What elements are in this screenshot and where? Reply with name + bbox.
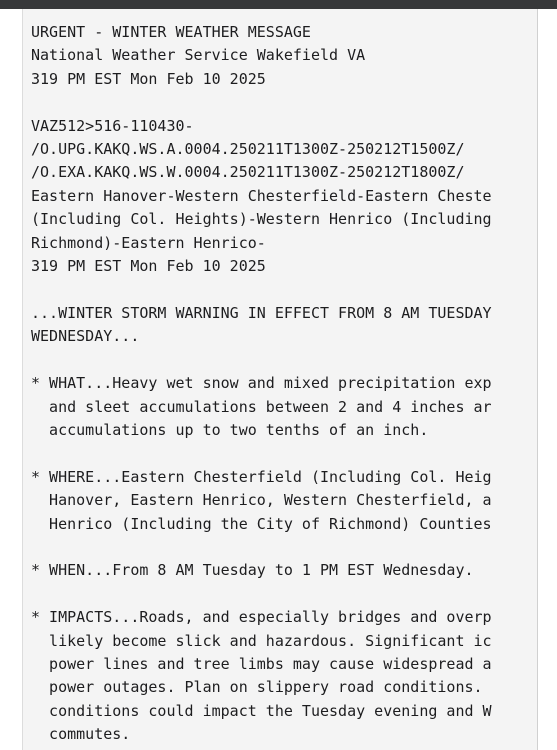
app-window: URGENT - WINTER WEATHER MESSAGE National… <box>0 0 557 750</box>
weather-bulletin-text: URGENT - WINTER WEATHER MESSAGE National… <box>31 23 492 744</box>
weather-bulletin-panel[interactable]: URGENT - WINTER WEATHER MESSAGE National… <box>22 9 538 750</box>
top-chrome-bar <box>0 0 557 9</box>
page-surface: URGENT - WINTER WEATHER MESSAGE National… <box>0 9 557 750</box>
